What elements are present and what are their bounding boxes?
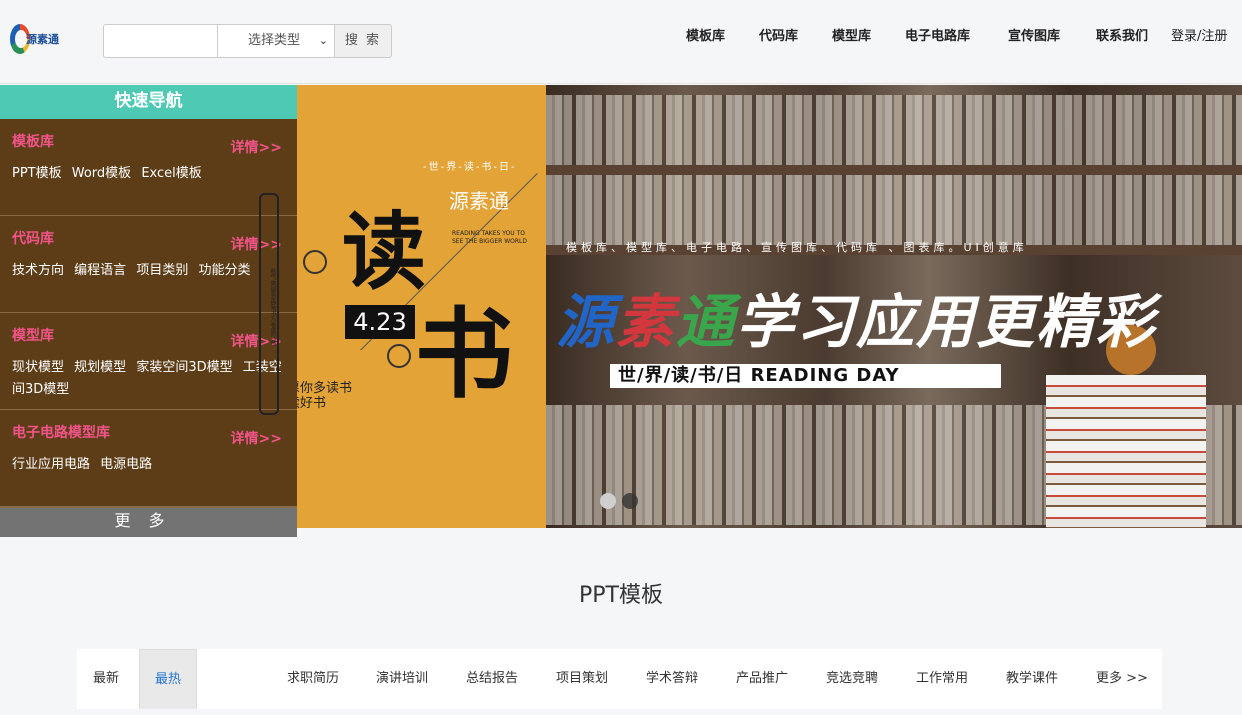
nav-model-library[interactable]: 模型库 — [832, 25, 871, 44]
quick-link[interactable]: Word模板 — [72, 166, 131, 181]
quick-section-more-link[interactable]: 详情>> — [231, 137, 282, 157]
header: 源素通 选择类型 ⌄ 搜 索 模板库 代码库 模型库 电子电路库 宣传图库 联系… — [0, 0, 1242, 84]
quick-section-links: 行业应用电路 电源电路 — [12, 454, 287, 476]
quick-nav-more-button[interactable]: 更多 — [0, 507, 297, 537]
logo-text: 源素通 — [26, 33, 59, 46]
poster-circle-icon — [303, 250, 327, 274]
quick-section-models: 模型库 详情>> 现状模型 规划模型 家装空间3D模型 工装空间3D模型 — [0, 313, 297, 410]
tab-work-common[interactable]: 工作常用 — [916, 649, 968, 709]
quick-section-links: 现状模型 规划模型 家装空间3D模型 工装空间3D模型 — [12, 357, 287, 401]
poster-tag: -世-界-读-书-日- — [423, 162, 517, 173]
banner-title-char2: 素 — [616, 288, 677, 356]
banner-title-char1: 源 — [556, 288, 617, 356]
quick-link[interactable]: Excel模板 — [141, 166, 201, 181]
tab-courseware[interactable]: 教学课件 — [1006, 649, 1058, 709]
reading-day-poster: -世-界-读-书-日- 源素通 读 READING TAKES YOU TO S… — [287, 85, 546, 528]
quick-section-links: 技术方向 编程语言 项目类别 功能分类 — [12, 260, 287, 282]
quick-section-code: 代码库 详情>> 技术方向 编程语言 项目类别 功能分类 — [0, 216, 297, 313]
vertical-poster-text: 秋气爽最务斋菊书万卷满鸟然 — [259, 193, 279, 415]
poster-circle-icon — [387, 344, 411, 368]
carousel-dots — [600, 493, 638, 509]
quick-nav-panel: 快速导航 模板库 详情>> PPT模板 Word模板 Excel模板 代码库 详… — [0, 85, 297, 537]
shelf-books — [546, 175, 1242, 245]
carousel-dot-1[interactable] — [600, 493, 616, 509]
tab-more[interactable]: 更多 >> — [1096, 649, 1148, 709]
type-select[interactable]: 选择类型 ⌄ — [217, 24, 335, 58]
tab-campaign[interactable]: 竞选竞聘 — [826, 649, 878, 709]
tab-hottest[interactable]: 最热 — [139, 649, 198, 709]
site-logo[interactable]: 源素通 — [10, 22, 62, 58]
tab-resume[interactable]: 求职简历 — [287, 649, 339, 709]
search-button[interactable]: 搜 索 — [335, 24, 392, 58]
quick-section-title[interactable]: 模型库 — [12, 325, 54, 345]
poster-english: READING TAKES YOU TO SEE THE BIGGER WORL… — [452, 230, 528, 245]
quick-section-templates: 模板库 详情>> PPT模板 Word模板 Excel模板 — [0, 119, 297, 216]
nav-login-register[interactable]: 登录/注册 — [1171, 25, 1227, 44]
quick-link[interactable]: 项目类别 — [136, 263, 188, 278]
book-stack — [1046, 375, 1206, 528]
tab-academic-defense[interactable]: 学术答辩 — [646, 649, 698, 709]
banner-title-rest: 学习应用更精彩 — [736, 288, 1157, 356]
quick-section-circuits: 电子电路模型库 详情>> 行业应用电路 电源电路 — [0, 410, 297, 507]
tab-speech-training[interactable]: 演讲培训 — [376, 649, 428, 709]
category-tabs: 最新 最热 求职简历 演讲培训 总结报告 项目策划 学术答辩 产品推广 竞选竞聘… — [77, 649, 1162, 709]
quick-link[interactable]: 家装空间3D模型 — [136, 360, 232, 375]
quick-section-links: PPT模板 Word模板 Excel模板 — [12, 163, 287, 185]
quick-link[interactable]: 行业应用电路 — [12, 457, 90, 472]
quick-section-title[interactable]: 电子电路模型库 — [12, 422, 110, 442]
banner-title: 源素通学习应用更精彩 — [556, 275, 1156, 359]
tab-project-plan[interactable]: 项目策划 — [556, 649, 608, 709]
quick-link[interactable]: 现状模型 — [12, 360, 64, 375]
nav-promo-library[interactable]: 宣传图库 — [1008, 25, 1060, 44]
reading-day-label: 世/界/读/书/日 READING DAY — [610, 364, 1001, 388]
quick-link[interactable]: 功能分类 — [198, 263, 250, 278]
tab-summary-report[interactable]: 总结报告 — [466, 649, 518, 709]
nav-circuit-library[interactable]: 电子电路库 — [905, 25, 970, 44]
nav-contact[interactable]: 联系我们 — [1096, 25, 1148, 44]
banner-title-char3: 通 — [676, 288, 737, 356]
tab-latest[interactable]: 最新 — [93, 649, 119, 709]
quick-section-more-link[interactable]: 详情>> — [231, 428, 282, 448]
tab-product-promotion[interactable]: 产品推广 — [736, 649, 788, 709]
quick-link[interactable]: 技术方向 — [12, 263, 64, 278]
shelf-board — [546, 165, 1242, 175]
shelf-books — [546, 95, 1242, 165]
poster-char-read: 读 — [342, 202, 427, 301]
poster-brand: 源素通 — [449, 189, 509, 213]
carousel-dot-2[interactable] — [622, 493, 638, 509]
poster-char-book: 书 — [415, 297, 514, 412]
quick-link[interactable]: 编程语言 — [74, 263, 126, 278]
quick-nav-title: 快速导航 — [0, 85, 297, 119]
quick-section-title[interactable]: 代码库 — [12, 228, 54, 248]
search-bar: 选择类型 ⌄ 搜 索 — [103, 24, 392, 58]
bookshelf-photo: 模板库、模型库、电子电路、宣传图库、代码库 、图表库。UI创意库 源素通学习应用… — [546, 85, 1242, 528]
type-select-value: 选择类型 — [248, 33, 301, 48]
quick-link[interactable]: 规划模型 — [74, 360, 126, 375]
section-title: PPT模板 — [579, 583, 663, 608]
nav-code-library[interactable]: 代码库 — [759, 25, 798, 44]
search-input[interactable] — [103, 24, 217, 58]
banner-tagline: 模板库、模型库、电子电路、宣传图库、代码库 、图表库。UI创意库 — [566, 241, 1028, 254]
chevron-down-icon: ⌄ — [318, 34, 328, 47]
quick-link[interactable]: PPT模板 — [12, 166, 62, 181]
quick-link[interactable]: 电源电路 — [100, 457, 152, 472]
quick-section-title[interactable]: 模板库 — [12, 131, 54, 151]
poster-date: 4.23 — [345, 305, 415, 339]
nav-template-library[interactable]: 模板库 — [686, 25, 725, 44]
